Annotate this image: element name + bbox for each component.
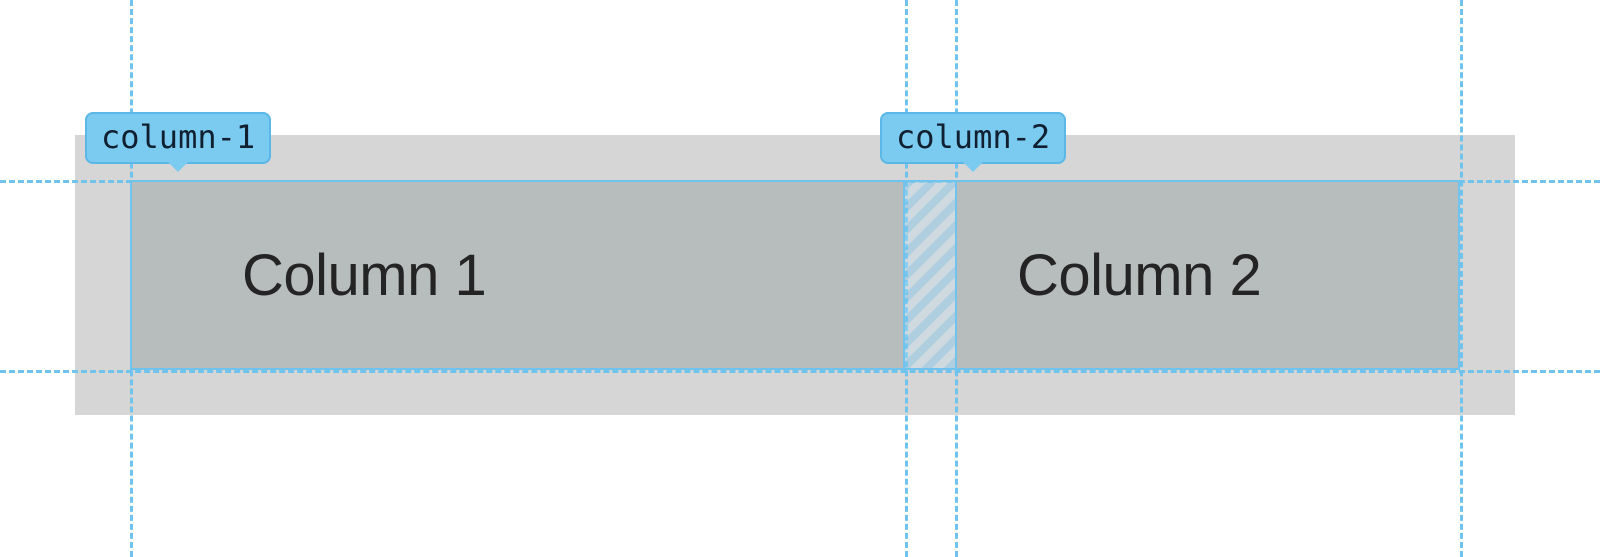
tag-column-1: column-1 (85, 112, 271, 164)
grid-overlay: Column 1 Column 2 (130, 180, 1460, 370)
column-1: Column 1 (130, 180, 905, 370)
column-2-label: Column 2 (1017, 242, 1261, 309)
tag-column-2-text: column-2 (896, 118, 1050, 156)
column-2: Column 2 (955, 180, 1460, 370)
grid-gap (905, 180, 955, 370)
tag-column-2: column-2 (880, 112, 1066, 164)
tag-column-1-text: column-1 (101, 118, 255, 156)
guide-vertical-col2-end (1460, 0, 1463, 557)
column-1-label: Column 1 (242, 242, 486, 309)
guide-horizontal-bottom (0, 370, 1600, 373)
